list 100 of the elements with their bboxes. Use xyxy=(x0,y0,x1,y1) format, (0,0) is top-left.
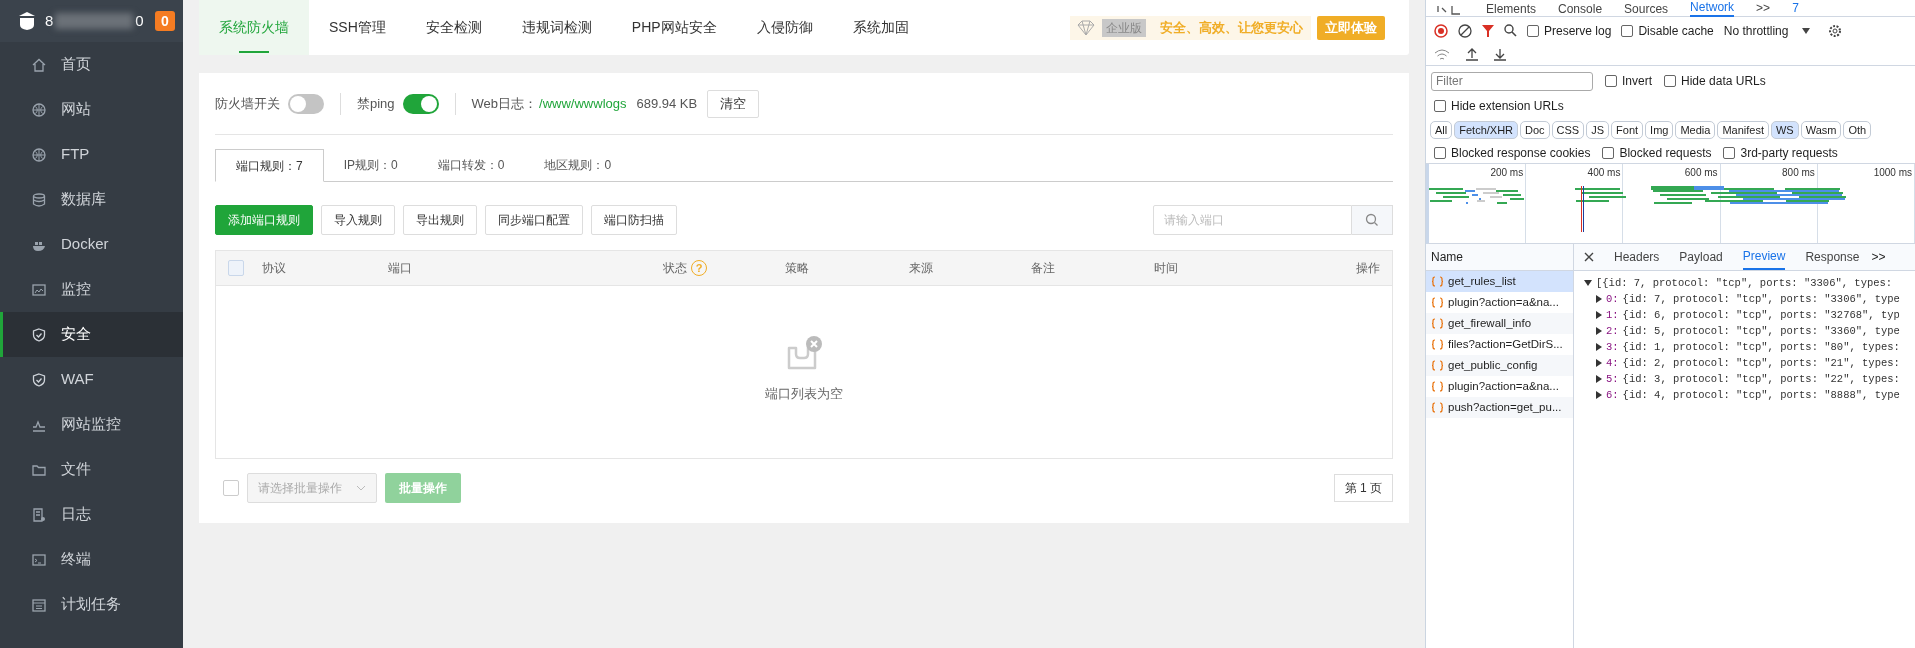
request-row[interactable]: get_rules_list xyxy=(1426,271,1573,292)
sidebar-item[interactable]: 首页 xyxy=(0,42,183,87)
rule-tab[interactable]: 地区规则：0 xyxy=(524,148,632,181)
toolbar-button[interactable]: 同步端口配置 xyxy=(485,205,583,235)
switch-label: 防火墙开关 xyxy=(215,94,280,113)
preview-index: 4: xyxy=(1606,356,1619,371)
checkbox-label: Blocked requests xyxy=(1619,144,1712,162)
type-filter-chip[interactable]: JS xyxy=(1586,121,1610,139)
type-filter-chip[interactable]: WS xyxy=(1770,121,1799,139)
timeline-tick-label: 200 ms xyxy=(1490,166,1524,180)
column-header: 状态 xyxy=(663,260,687,277)
sidebar-item[interactable]: 文件 xyxy=(0,447,183,492)
top-tab[interactable]: 系统加固 xyxy=(832,0,929,55)
type-filter-chip[interactable]: Font xyxy=(1611,121,1644,139)
top-tab[interactable]: PHP网站安全 xyxy=(611,0,737,55)
request-row[interactable]: push?action=get_pu... xyxy=(1426,397,1573,418)
detail-tab[interactable]: Response xyxy=(1805,244,1860,270)
sidebar-item[interactable]: WAF xyxy=(0,357,183,402)
sidebar-item[interactable]: 计划任务 xyxy=(0,582,183,627)
toggle-switch[interactable] xyxy=(288,93,324,114)
rule-tab[interactable]: IP规则：0 xyxy=(323,148,418,181)
devtools-tab[interactable]: Console xyxy=(1558,2,1603,17)
type-filter-chip[interactable]: Fetch/XHR xyxy=(1454,121,1519,139)
devtools-tab[interactable]: Network xyxy=(1690,0,1735,17)
checkbox[interactable] xyxy=(1605,75,1617,87)
column-header: 备注 xyxy=(1031,260,1055,277)
type-filter-chip[interactable]: CSS xyxy=(1551,121,1585,139)
top-tab[interactable]: 违规词检测 xyxy=(501,0,612,55)
toolbar-button[interactable]: 导出规则 xyxy=(403,205,477,235)
preview-summary: [{id: 7, protocol: "tcp", ports: "3306", types: xyxy=(1596,276,1893,291)
log-label: Web日志： xyxy=(471,94,538,113)
request-name: get_firewall_info xyxy=(1448,315,1532,331)
filter-icon xyxy=(1482,24,1494,37)
type-filter-chip[interactable]: Img xyxy=(1645,121,1674,139)
expanded-triangle-icon xyxy=(1584,280,1592,286)
username-text: 0 xyxy=(135,10,144,31)
sidebar-item[interactable]: 网站监控 xyxy=(0,402,183,447)
type-filter-chip[interactable]: Wasm xyxy=(1800,121,1842,139)
sidebar-item[interactable]: 终端 xyxy=(0,537,183,582)
request-row[interactable]: get_public_config xyxy=(1426,355,1573,376)
search-button[interactable] xyxy=(1352,205,1393,235)
checkbox-label: Blocked response cookies xyxy=(1451,144,1591,162)
toggle-switch[interactable] xyxy=(402,93,439,114)
preview-index: 1: xyxy=(1606,308,1619,323)
issues-count[interactable]: 7 xyxy=(1792,1,1799,16)
type-filter-chip[interactable]: Media xyxy=(1675,121,1716,139)
devtools-tab[interactable]: Sources xyxy=(1624,2,1669,17)
more-tabs-button[interactable]: >> xyxy=(1756,1,1771,16)
braces-icon xyxy=(1432,360,1443,371)
checkbox[interactable] xyxy=(1621,24,1634,37)
sidebar-item[interactable]: 监控 xyxy=(0,267,183,312)
top-tab[interactable]: SSH管理 xyxy=(309,0,406,55)
page-indicator[interactable]: 第 1 页 xyxy=(1333,474,1393,502)
checkbox[interactable] xyxy=(1723,146,1736,159)
type-filter-chip[interactable]: Manifest xyxy=(1717,121,1769,139)
checkbox[interactable] xyxy=(1664,75,1676,87)
detail-tab[interactable]: Preview xyxy=(1742,244,1786,270)
timeline-tick-label: 400 ms xyxy=(1587,166,1621,180)
type-filter-chip[interactable]: Doc xyxy=(1520,121,1550,139)
top-tab[interactable]: 入侵防御 xyxy=(736,0,833,55)
sidebar-item[interactable]: FTP xyxy=(0,132,183,177)
devtools-tab[interactable]: Elements xyxy=(1486,2,1537,17)
request-name: push?action=get_pu... xyxy=(1448,399,1562,415)
sidebar-item[interactable]: 数据库 xyxy=(0,177,183,222)
clear-icon xyxy=(1458,23,1472,38)
checkbox[interactable] xyxy=(1602,146,1615,159)
shield-icon xyxy=(31,371,47,388)
checkbox[interactable] xyxy=(1434,100,1446,112)
toolbar-button[interactable]: 端口防扫描 xyxy=(591,205,677,235)
detail-tab[interactable]: Payload xyxy=(1679,244,1723,270)
preview-object: {id: 1, protocol: "tcp", ports: "80", types: xyxy=(1622,340,1900,355)
top-tab[interactable]: 安全检测 xyxy=(405,0,502,55)
type-filter-chip[interactable]: Oth xyxy=(1843,121,1872,139)
sidebar-item[interactable]: 安全 xyxy=(0,312,183,357)
rule-tab[interactable]: 端口转发：0 xyxy=(417,148,525,181)
checkbox[interactable] xyxy=(1527,24,1539,37)
throttling-select[interactable]: No throttling xyxy=(1723,21,1811,40)
request-row[interactable]: get_firewall_info xyxy=(1426,313,1573,334)
close-icon xyxy=(1584,252,1594,262)
sidebar-item[interactable]: 网站 xyxy=(0,87,183,132)
clear-button[interactable]: 清空 xyxy=(707,89,760,118)
search-field[interactable]: 请输入端口 xyxy=(1153,205,1352,235)
preview-index: 2: xyxy=(1606,324,1619,339)
chart-window-icon xyxy=(31,281,47,298)
edition-label: 企业版 xyxy=(1102,18,1146,37)
toolbar-button[interactable]: 导入规则 xyxy=(321,205,395,235)
sidebar-item[interactable]: 日志 xyxy=(0,492,183,537)
checkbox-label: Invert xyxy=(1622,73,1652,90)
more-tabs-button[interactable]: >> xyxy=(1871,244,1886,270)
castle-logo-icon xyxy=(17,11,37,31)
globe-icon xyxy=(31,146,47,163)
diamond-icon xyxy=(1076,18,1096,37)
braces-icon xyxy=(1432,381,1443,392)
rule-tab[interactable]: 端口规则：7 xyxy=(215,149,324,182)
type-filter-chip[interactable]: All xyxy=(1430,121,1453,139)
sidebar-item[interactable]: Docker xyxy=(0,222,183,267)
checkbox[interactable] xyxy=(1434,146,1446,159)
preview-object: {id: 7, protocol: "tcp", ports: "3306", type xyxy=(1622,292,1900,307)
detail-tab[interactable]: Headers xyxy=(1614,244,1660,270)
filter-field[interactable]: Filter xyxy=(1431,71,1593,91)
